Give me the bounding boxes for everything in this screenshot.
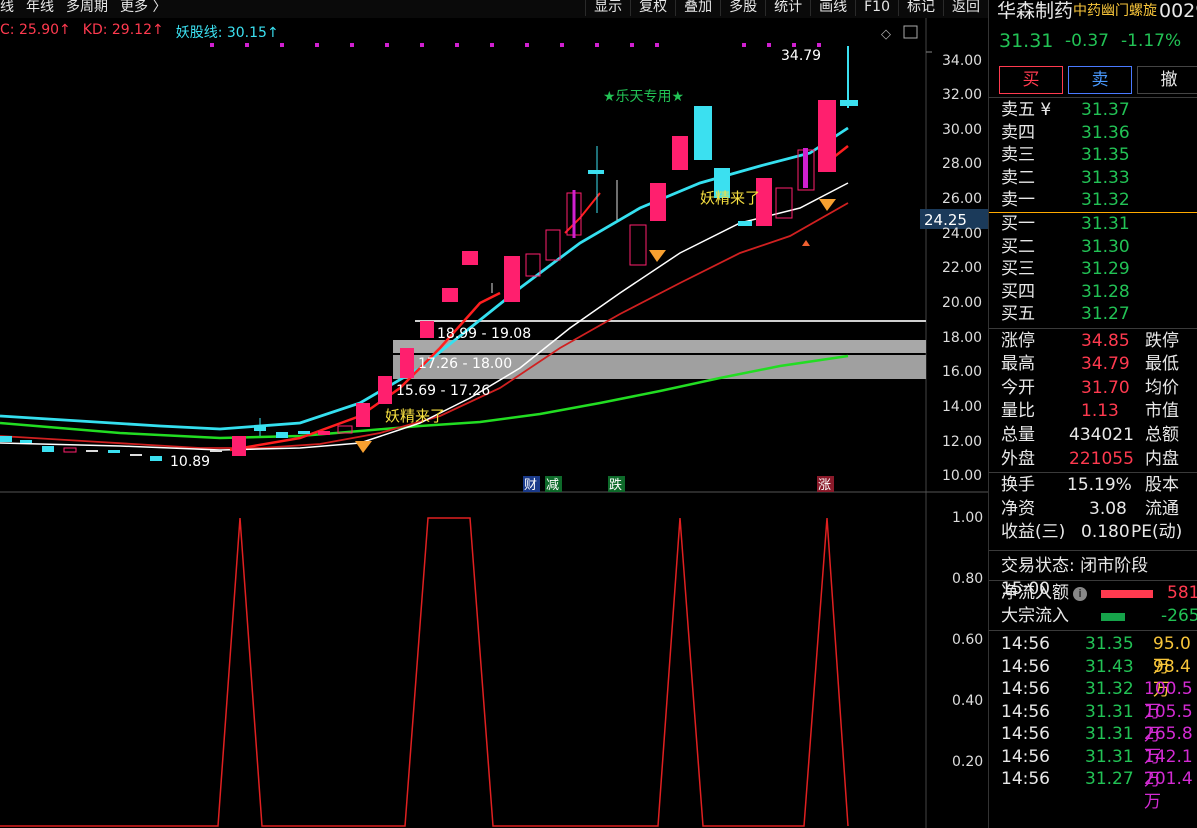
svg-text:0.80: 0.80 bbox=[952, 571, 983, 587]
period-tab-multi[interactable]: 多周期 bbox=[66, 0, 108, 15]
stock-tag: 中药幽门螺旋 bbox=[1073, 3, 1157, 19]
menu-back[interactable]: 返回 bbox=[943, 0, 988, 16]
price-change: -0.37 bbox=[1065, 31, 1109, 51]
top-toolbar: 线 年线 多周期 更多 〉 显示 复权 叠加 多股 统计 画线 F10 标记 返… bbox=[0, 0, 988, 18]
svg-text:28.00: 28.00 bbox=[942, 156, 982, 172]
svg-text:0.20: 0.20 bbox=[952, 754, 983, 770]
flag-zhang[interactable]: 涨 bbox=[818, 478, 831, 493]
band-label-2: 17.26 - 18.00 bbox=[418, 356, 512, 372]
svg-text:16.00: 16.00 bbox=[942, 364, 982, 380]
indicator-legend: C: 25.90↑ KD: 29.12↑ 妖股线: 30.15↑ bbox=[0, 22, 279, 42]
svg-text:0.40: 0.40 bbox=[952, 693, 983, 709]
tool-menu: 显示 复权 叠加 多股 统计 画线 F10 标记 返回 bbox=[585, 0, 988, 16]
svg-text:24.00: 24.00 bbox=[942, 226, 982, 242]
cancel-button[interactable]: 撤 bbox=[1137, 66, 1197, 94]
menu-f10[interactable]: F10 bbox=[855, 0, 898, 16]
flag-cai[interactable]: 财 bbox=[524, 478, 537, 493]
svg-text:14.00: 14.00 bbox=[942, 399, 982, 415]
low-label: 10.89 bbox=[170, 454, 210, 470]
period-tab-1[interactable]: 线 bbox=[0, 0, 14, 15]
legend-yao: 妖股线: 30.15↑ bbox=[175, 25, 279, 41]
svg-text:26.00: 26.00 bbox=[942, 191, 982, 207]
svg-text:20.00: 20.00 bbox=[942, 295, 982, 311]
quote-panel: 华森制药 中药幽门螺旋 0029 31.31 -0.37 -1.17% 买 卖 … bbox=[988, 0, 1197, 828]
window-icon[interactable] bbox=[903, 25, 918, 39]
menu-stats[interactable]: 统计 bbox=[765, 0, 810, 16]
yao-label-2: 妖精来了 bbox=[700, 189, 760, 207]
price-pct: -1.17% bbox=[1121, 31, 1182, 51]
sell-button[interactable]: 卖 bbox=[1068, 66, 1132, 94]
yao-label-1: 妖精来了 bbox=[385, 407, 445, 425]
current-price: 31.31 bbox=[999, 30, 1054, 52]
svg-text:0.60: 0.60 bbox=[952, 632, 983, 648]
svg-text:34.00: 34.00 bbox=[942, 53, 982, 69]
stock-name: 华森制药 bbox=[997, 0, 1074, 22]
svg-text:10.00: 10.00 bbox=[942, 468, 982, 484]
upper-axis: 34.00 32.00 30.00 28.00 26.00 24.00 22.0… bbox=[942, 53, 982, 484]
diamond-icon[interactable]: ◇ bbox=[881, 27, 891, 42]
menu-draw[interactable]: 画线 bbox=[810, 0, 855, 16]
high-label: 34.79 bbox=[781, 48, 821, 64]
price-row: 31.31 -0.37 -1.17% bbox=[989, 30, 1197, 53]
period-tab-year[interactable]: 年线 bbox=[26, 0, 54, 15]
svg-text:18.00: 18.00 bbox=[942, 330, 982, 346]
period-tab-more[interactable]: 更多 〉 bbox=[120, 0, 166, 15]
svg-text:32.00: 32.00 bbox=[942, 87, 982, 103]
svg-text:22.00: 22.00 bbox=[942, 260, 982, 276]
legend-c: C: 25.90↑ bbox=[0, 22, 71, 38]
menu-display[interactable]: 显示 bbox=[585, 0, 630, 16]
trade-status: 交易状态: 闭市阶段 15:00 bbox=[1001, 556, 1149, 599]
stock-header: 华森制药 中药幽门螺旋 0029 bbox=[989, 0, 1197, 23]
period-bar: 线 年线 多周期 更多 〉 bbox=[0, 0, 166, 15]
band-label-1: 18.99 - 19.08 bbox=[437, 326, 531, 342]
legend-kd: KD: 29.12↑ bbox=[82, 22, 164, 38]
signal-dots bbox=[210, 43, 821, 47]
menu-overlay[interactable]: 叠加 bbox=[675, 0, 720, 16]
stock-code: 0029 bbox=[1159, 0, 1197, 22]
svg-text:30.00: 30.00 bbox=[942, 122, 982, 138]
buy-button[interactable]: 买 bbox=[999, 66, 1063, 94]
svg-text:1.00: 1.00 bbox=[952, 510, 983, 526]
lower-axis: 1.00 0.80 0.60 0.40 0.20 bbox=[952, 510, 983, 770]
menu-multistock[interactable]: 多股 bbox=[720, 0, 765, 16]
kline-chart[interactable]: ◇ 34.79 10.89 ★乐天专用★ 妖精来了 妖精来了 18.99 - 1… bbox=[0, 18, 988, 828]
title-tag: ★乐天专用★ bbox=[603, 89, 684, 105]
band-label-3: 15.69 - 17.26 bbox=[396, 383, 490, 399]
info-icon[interactable]: i bbox=[1073, 587, 1087, 601]
menu-mark[interactable]: 标记 bbox=[898, 0, 943, 16]
flag-jian[interactable]: 减 bbox=[546, 478, 559, 493]
svg-text:12.00: 12.00 bbox=[942, 434, 982, 450]
menu-fuquan[interactable]: 复权 bbox=[630, 0, 675, 16]
flag-die[interactable]: 跌 bbox=[609, 477, 622, 493]
indicator-line bbox=[0, 517, 849, 827]
